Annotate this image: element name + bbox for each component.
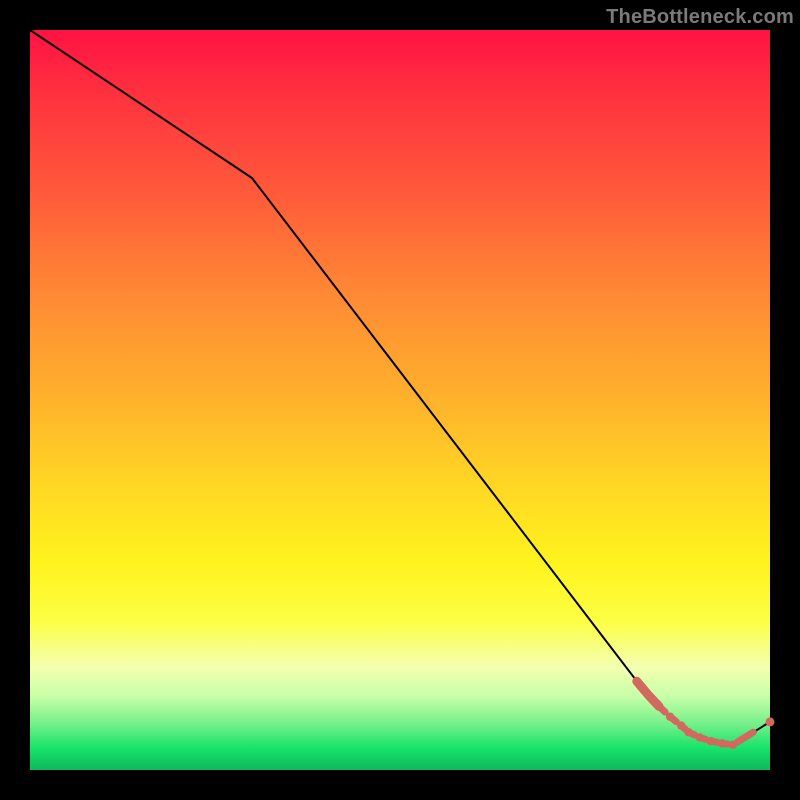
chart-highlight-dot (655, 702, 663, 710)
chart-highlight-dot (677, 721, 685, 729)
chart-highlight-layer (637, 681, 775, 749)
chart-highlight-dot (718, 739, 726, 747)
chart-highlight-solid (637, 681, 659, 706)
chart-main-line (30, 30, 770, 745)
chart-highlight-dot (729, 741, 737, 749)
chart-highlight-dot (707, 737, 715, 745)
chart-stage: TheBottleneck.com (0, 0, 800, 800)
chart-highlight-end-dot (766, 717, 775, 726)
chart-highlight-dot (696, 733, 704, 741)
chart-highlight-dash (737, 732, 753, 742)
chart-highlight-dot (666, 713, 674, 721)
chart-highlight-dot (684, 728, 692, 736)
chart-svg (0, 0, 800, 800)
